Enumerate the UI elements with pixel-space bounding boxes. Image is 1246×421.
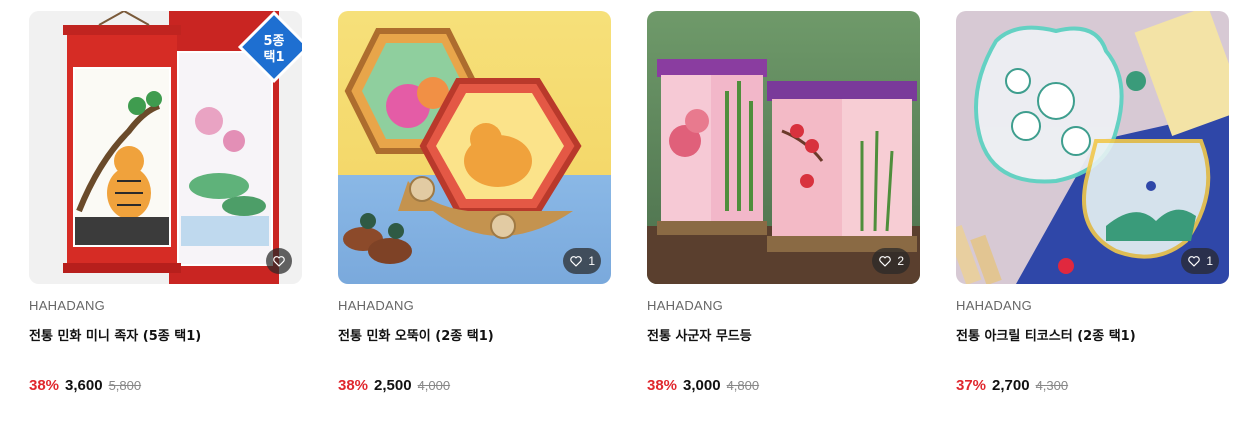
- sale-price: 3,600: [65, 377, 103, 394]
- product-card[interactable]: 1 HAHADANG 전통 아크릴 티코스터 (2종 택1) 37% 2,700…: [956, 11, 1229, 394]
- original-price: 5,800: [108, 378, 142, 393]
- sale-price: 2,500: [374, 377, 412, 394]
- like-count: 1: [1206, 254, 1213, 268]
- product-title[interactable]: 전통 민화 오뚝이 (2종 택1): [338, 325, 494, 344]
- like-button[interactable]: 2: [872, 248, 910, 274]
- heart-outline-icon: [570, 256, 583, 267]
- discount-rate: 38%: [647, 377, 678, 394]
- original-price: 4,300: [1035, 378, 1069, 393]
- discount-rate: 38%: [338, 377, 369, 394]
- product-brand[interactable]: HAHADANG: [647, 298, 723, 313]
- product-brand[interactable]: HAHADANG: [956, 298, 1032, 313]
- product-brand[interactable]: HAHADANG: [29, 298, 105, 313]
- like-button[interactable]: [266, 248, 292, 274]
- product-image-mood-lamp[interactable]: 2: [647, 11, 920, 284]
- product-title[interactable]: 전통 아크릴 티코스터 (2종 택1): [956, 325, 1136, 344]
- product-title[interactable]: 전통 민화 미니 족자 (5종 택1): [29, 325, 201, 344]
- sale-price: 2,700: [992, 377, 1030, 394]
- product-card[interactable]: 5종 택1 HAHADANG 전통 민화 미니 족자 (5종 택1) 38% 3…: [29, 11, 302, 394]
- product-title[interactable]: 전통 사군자 무드등: [647, 325, 752, 344]
- sale-price: 3,000: [683, 377, 721, 394]
- original-price: 4,000: [417, 378, 451, 393]
- product-card[interactable]: 2 HAHADANG 전통 사군자 무드등 38% 3,000 4,800: [647, 11, 920, 394]
- heart-outline-icon: [1188, 256, 1201, 267]
- product-price: 38% 3,600 5,800: [29, 377, 141, 394]
- heart-outline-icon: [273, 256, 285, 267]
- discount-rate: 37%: [956, 377, 987, 394]
- product-brand[interactable]: HAHADANG: [338, 298, 414, 313]
- product-image-acrylic-coaster[interactable]: 1: [956, 11, 1229, 284]
- product-price: 38% 2,500 4,000: [338, 377, 450, 394]
- svg-text:택1: 택1: [263, 49, 284, 65]
- like-button[interactable]: 1: [563, 248, 601, 274]
- svg-text:5종: 5종: [263, 34, 284, 49]
- original-price: 4,800: [726, 378, 760, 393]
- product-price: 37% 2,700 4,300: [956, 377, 1068, 394]
- like-count: 1: [588, 254, 595, 268]
- heart-outline-icon: [879, 256, 892, 267]
- like-count: 2: [897, 254, 904, 268]
- product-price: 38% 3,000 4,800: [647, 377, 759, 394]
- product-card[interactable]: 1 HAHADANG 전통 민화 오뚝이 (2종 택1) 38% 2,500 4…: [338, 11, 611, 394]
- discount-rate: 38%: [29, 377, 60, 394]
- like-button[interactable]: 1: [1181, 248, 1219, 274]
- product-image-scroll-minhwa[interactable]: 5종 택1: [29, 11, 302, 284]
- product-image-tumbler-toy[interactable]: 1: [338, 11, 611, 284]
